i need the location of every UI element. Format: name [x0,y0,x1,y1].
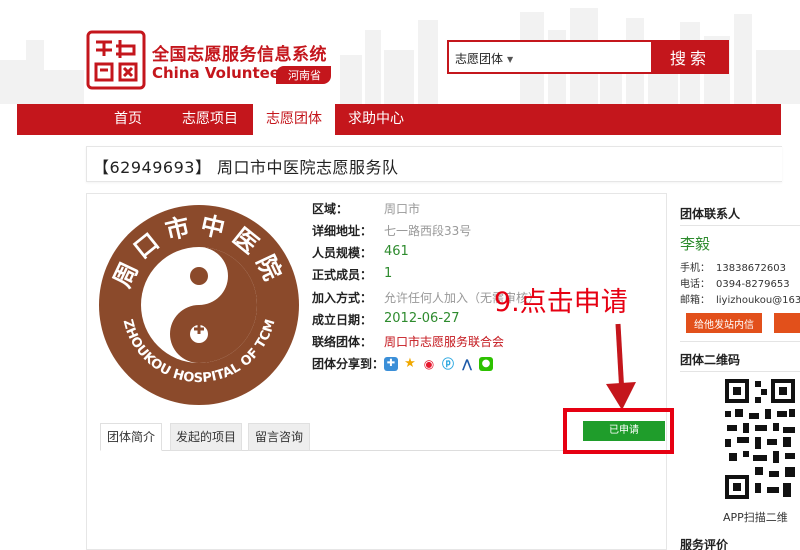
divider [680,225,800,226]
annotation-arrow-icon [606,323,636,410]
contact-phone: 手机： 13838672603 [680,263,786,274]
weibo-icon[interactable]: ◉ [422,357,436,371]
search-category-label: 志愿团体 [455,52,504,66]
province-badge: 河南省 [276,66,331,84]
contact-email: 邮箱： liyizhoukou@163 [680,295,800,306]
renren-icon[interactable]: ⋀ [460,357,474,371]
right-sidebar: 团体联系人 李毅 手机： 13838672603 电话： 0394-8279653 … [680,193,800,550]
send-message-button[interactable]: 给他发站内信 [686,313,762,333]
site-header: 全国志愿服务信息系统 China Volunteer 河南省 志愿团体 ▼ 搜索 [0,0,800,104]
tab-introduction[interactable]: 团体简介 [100,423,162,451]
search-category-select[interactable]: 志愿团体 ▼ [455,50,513,67]
nav-tab-help-center[interactable]: 求助中心 [337,104,415,135]
annotation-step-label: 9.点击申请 [494,287,628,318]
contact-name: 李毅 [680,235,711,253]
tab-messages[interactable]: 留言咨询 [248,423,310,451]
site-logo-seal[interactable] [86,30,146,90]
main-nav: 首页 志愿项目 志愿团体 求助中心 [17,104,781,135]
org-logo: 周口市中医院 ZHOUKOU HOSPITAL OF TCM [99,205,299,405]
caret-down-icon: ▼ [507,55,514,64]
nav-tab-groups[interactable]: 志愿团体 [253,104,335,135]
contact-tel: 电话： 0394-8279653 [680,279,790,290]
liaison-link[interactable]: 周口市志愿服务联合会 [384,333,504,350]
search-box: 志愿团体 ▼ 搜索 [447,40,729,74]
qzone-icon[interactable]: ✚ [384,357,398,371]
site-title: 全国志愿服务信息系统 [152,45,327,65]
wechat-icon[interactable]: ● [479,357,493,371]
pengyou-icon[interactable]: ⓟ [441,357,455,371]
tab-initiated-projects[interactable]: 发起的项目 [170,423,242,451]
qr-caption: APP扫描二维 [723,511,788,524]
divider [680,341,800,342]
page-title: 【62949693】 周口市中医院志愿服务队 [93,158,399,177]
applied-button[interactable]: 已申请 [583,421,665,441]
secondary-action-button[interactable] [774,313,800,333]
org-title-bar: 【62949693】 周口市中医院志愿服务队 [86,146,782,182]
nav-tab-home[interactable]: 首页 [99,104,157,135]
contact-heading: 团体联系人 [680,207,741,221]
star-icon[interactable]: ★ [403,357,417,371]
rating-heading: 服务评价 [680,538,729,550]
search-input[interactable] [539,46,649,68]
site-title-english: China Volunteer [152,64,288,82]
share-icons: ✚ ★ ◉ ⓟ ⋀ ● [384,357,493,371]
search-button[interactable]: 搜索 [651,40,729,74]
qr-code [725,379,795,499]
nav-tab-projects[interactable]: 志愿项目 [169,104,251,135]
divider [680,371,800,372]
qr-heading: 团体二维码 [680,353,741,367]
